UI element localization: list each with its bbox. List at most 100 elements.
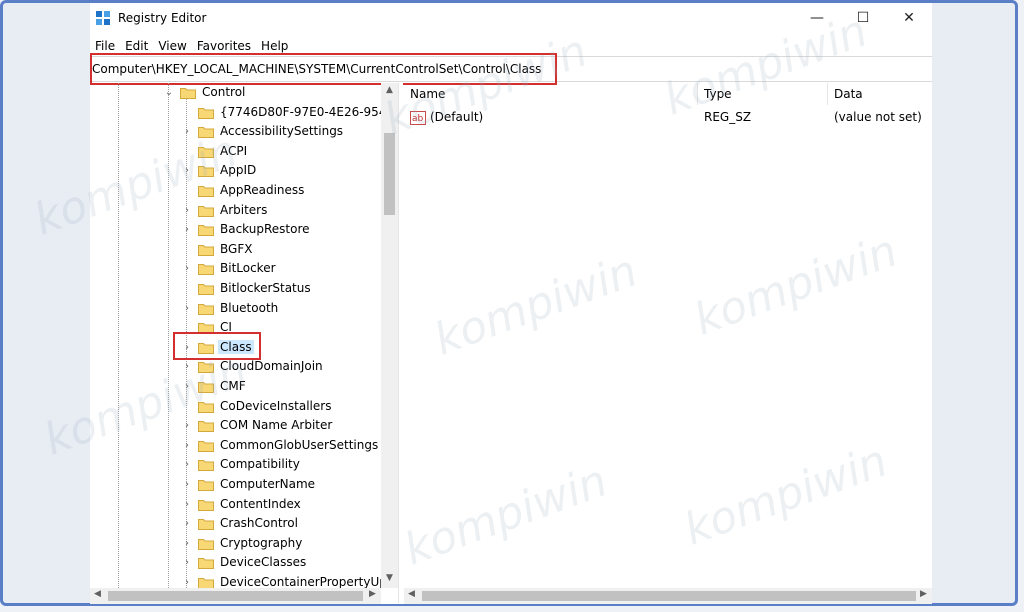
- registry-editor-icon: [96, 11, 110, 25]
- folder-icon: [198, 302, 214, 315]
- tree-vertical-scrollbar[interactable]: ▲ ▼: [381, 83, 398, 588]
- chevron-right-icon[interactable]: ›: [182, 479, 192, 490]
- tree-item[interactable]: › DeviceContainerPropertyUp: [90, 573, 387, 588]
- folder-icon: [198, 204, 214, 217]
- chevron-right-icon[interactable]: ›: [182, 538, 192, 549]
- pane-splitter[interactable]: [398, 83, 403, 603]
- tree-item-label: BGFX: [220, 241, 253, 256]
- tree-item-label: DeviceClasses: [220, 555, 307, 570]
- chevron-right-icon[interactable]: ›: [182, 420, 192, 431]
- scroll-thumb[interactable]: [108, 591, 363, 601]
- minimize-button[interactable]: —: [794, 3, 840, 33]
- scroll-right-arrow-icon[interactable]: ▶: [920, 589, 927, 599]
- tree-item[interactable]: › BitLocker: [90, 259, 382, 279]
- tree-item-label: Arbiters: [220, 202, 268, 217]
- tree-item-label: CrashControl: [220, 516, 298, 531]
- tree-item[interactable]: › CommonGlobUserSettings: [90, 436, 382, 456]
- tree-item[interactable]: › CMF: [90, 377, 382, 397]
- tree-item[interactable]: › Bluetooth: [90, 299, 382, 319]
- chevron-right-icon[interactable]: ›: [182, 205, 192, 216]
- column-header-type[interactable]: Type: [698, 83, 828, 105]
- window-title: Registry Editor: [118, 11, 207, 25]
- tree-item[interactable]: › BackupRestore: [90, 220, 382, 240]
- folder-icon: [198, 400, 214, 413]
- tree-item-label: AppID: [220, 163, 257, 178]
- tree-item-label: BitLocker: [220, 261, 276, 276]
- folder-icon: [198, 478, 214, 491]
- svg-text:ab: ab: [412, 114, 424, 124]
- folder-icon: [198, 439, 214, 452]
- folder-icon: [198, 517, 214, 531]
- tree-item[interactable]: › Compatibility: [90, 455, 382, 475]
- chevron-right-icon[interactable]: ›: [182, 557, 192, 568]
- tree-item-label: Compatibility: [220, 457, 300, 472]
- tree-item[interactable]: AppReadiness: [90, 181, 382, 201]
- scroll-right-arrow-icon[interactable]: ▶: [369, 589, 376, 599]
- tree-item[interactable]: › CrashControl: [90, 514, 382, 534]
- folder-icon: [198, 125, 214, 139]
- string-value-icon: ab: [410, 111, 426, 125]
- chevron-right-icon[interactable]: ›: [182, 224, 192, 235]
- folder-icon: [198, 360, 214, 374]
- tree-item[interactable]: › COM Name Arbiter: [90, 416, 382, 436]
- maximize-button[interactable]: ☐: [840, 3, 886, 33]
- scroll-thumb[interactable]: [384, 133, 395, 215]
- tree-item[interactable]: CoDeviceInstallers: [90, 397, 382, 417]
- close-button[interactable]: ✕: [886, 3, 932, 33]
- folder-icon: [198, 576, 214, 588]
- scroll-down-arrow-icon[interactable]: ▼: [381, 573, 398, 583]
- chevron-right-icon[interactable]: ›: [182, 518, 192, 529]
- tree-item[interactable]: {7746D80F-97E0-4E26-9543-: [90, 103, 398, 123]
- tree-item[interactable]: › DeviceClasses: [90, 553, 382, 573]
- chevron-right-icon[interactable]: ›: [182, 499, 192, 510]
- chevron-down-icon[interactable]: ⌄: [164, 87, 174, 98]
- tree-item[interactable]: BitlockerStatus: [90, 279, 382, 299]
- tree-item-label: CoDeviceInstallers: [220, 398, 332, 413]
- chevron-right-icon[interactable]: ›: [182, 440, 192, 451]
- chevron-right-icon[interactable]: ›: [182, 381, 192, 392]
- value-name: (Default): [430, 110, 484, 124]
- column-header-name[interactable]: Name: [404, 83, 698, 105]
- tree-item-label: Cryptography: [220, 535, 303, 550]
- chevron-right-icon[interactable]: ›: [182, 165, 192, 176]
- list-horizontal-scrollbar[interactable]: ◀ ▶: [404, 588, 932, 604]
- chevron-right-icon[interactable]: ›: [182, 459, 192, 470]
- tree-item[interactable]: › Cryptography: [90, 534, 382, 554]
- chevron-right-icon[interactable]: ›: [182, 263, 192, 274]
- tree-item-label: Control: [202, 85, 246, 99]
- tree-item[interactable]: › CloudDomainJoin: [90, 357, 382, 377]
- chevron-right-icon[interactable]: ›: [182, 577, 192, 588]
- folder-icon: [198, 164, 214, 178]
- folder-icon: [198, 184, 214, 197]
- folder-icon: [198, 262, 214, 276]
- tree-item[interactable]: › AppID: [90, 161, 382, 181]
- tree-item[interactable]: ACPI: [90, 142, 382, 162]
- chevron-right-icon[interactable]: ›: [182, 303, 192, 314]
- folder-icon: [198, 223, 214, 237]
- tree-item[interactable]: BGFX: [90, 240, 382, 260]
- chevron-right-icon[interactable]: ›: [182, 126, 192, 137]
- scroll-thumb[interactable]: [422, 591, 916, 601]
- folder-icon: [198, 458, 214, 472]
- tree-item-label: BackupRestore: [220, 222, 310, 237]
- tree-item[interactable]: › ContentIndex: [90, 495, 382, 515]
- address-highlight-box: [90, 53, 557, 85]
- column-header-data[interactable]: Data: [828, 83, 932, 105]
- tree-item-control[interactable]: ⌄ Control: [90, 83, 382, 103]
- tree-item[interactable]: › ComputerName: [90, 475, 382, 495]
- tree-item-label: CMF: [220, 379, 246, 393]
- scroll-left-arrow-icon[interactable]: ◀: [94, 589, 101, 599]
- tree-item-label: COM Name Arbiter: [220, 418, 333, 433]
- folder-icon: [198, 106, 214, 119]
- folder-icon: [198, 380, 214, 393]
- tree-item[interactable]: › AccessibilitySettings: [90, 122, 382, 142]
- tree-horizontal-scrollbar[interactable]: ◀ ▶: [90, 588, 381, 604]
- tree-item[interactable]: › Arbiters: [90, 201, 382, 221]
- folder-icon: [198, 419, 214, 433]
- chevron-right-icon[interactable]: ›: [182, 361, 192, 372]
- value-row[interactable]: ab (Default) REG_SZ (value not set): [404, 108, 932, 128]
- folder-icon: [198, 282, 214, 295]
- value-data: (value not set): [834, 110, 922, 124]
- scroll-left-arrow-icon[interactable]: ◀: [408, 589, 415, 599]
- scroll-up-arrow-icon[interactable]: ▲: [381, 85, 398, 95]
